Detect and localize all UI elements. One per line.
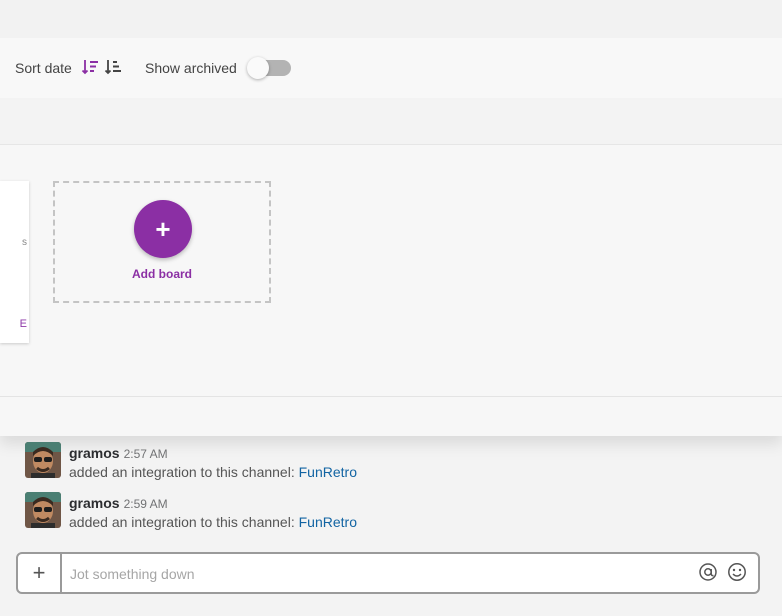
integration-link[interactable]: FunRetro bbox=[299, 514, 357, 530]
show-archived-toggle[interactable] bbox=[247, 57, 291, 79]
attach-plus-button[interactable]: + bbox=[18, 554, 62, 592]
avatar[interactable] bbox=[25, 492, 61, 528]
message-composer: + bbox=[16, 552, 760, 594]
message-body: added an integration to this channel: Fu… bbox=[69, 464, 357, 480]
message-item: gramos 2:59 AM added an integration to th… bbox=[25, 492, 765, 536]
message-header: gramos 2:59 AM bbox=[69, 495, 168, 511]
boards-grid: s E + Add board bbox=[0, 145, 782, 395]
sort-ascending-icon[interactable] bbox=[104, 58, 122, 76]
emoji-icon[interactable] bbox=[727, 562, 747, 582]
message-text: added an integration to this channel: bbox=[69, 514, 299, 530]
user-avatar-icon bbox=[25, 442, 61, 478]
funretro-panel: Sort date Show archived s E + Add board bbox=[0, 0, 782, 436]
message-timestamp[interactable]: 2:59 AM bbox=[124, 497, 168, 511]
add-board-button[interactable]: + Add board bbox=[53, 181, 271, 303]
message-text: added an integration to this channel: bbox=[69, 464, 299, 480]
panel-divider bbox=[0, 396, 782, 397]
board-toolbar: Sort date Show archived bbox=[0, 38, 782, 98]
sort-descending-icon[interactable] bbox=[81, 58, 99, 76]
board-card-menu-fragment: E bbox=[19, 318, 27, 330]
avatar[interactable] bbox=[25, 442, 61, 478]
message-author[interactable]: gramos bbox=[69, 495, 120, 511]
user-avatar-icon bbox=[25, 492, 61, 528]
message-author[interactable]: gramos bbox=[69, 445, 120, 461]
message-input[interactable] bbox=[68, 563, 632, 585]
sort-date-label: Sort date bbox=[15, 60, 72, 76]
top-strip bbox=[0, 0, 782, 38]
message-header: gramos 2:57 AM bbox=[69, 445, 168, 461]
message-timestamp[interactable]: 2:57 AM bbox=[124, 447, 168, 461]
header-band bbox=[0, 98, 782, 145]
add-board-plus-icon[interactable]: + bbox=[134, 200, 192, 258]
toggle-knob bbox=[247, 57, 269, 79]
show-archived-label: Show archived bbox=[145, 60, 237, 76]
message-item: gramos 2:57 AM added an integration to th… bbox=[25, 442, 765, 486]
message-body: added an integration to this channel: Fu… bbox=[69, 514, 357, 530]
board-card-partial[interactable]: s E bbox=[0, 181, 29, 343]
board-card-text-fragment: s bbox=[22, 237, 27, 248]
integration-link[interactable]: FunRetro bbox=[299, 464, 357, 480]
at-icon[interactable] bbox=[698, 562, 718, 582]
add-board-label[interactable]: Add board bbox=[55, 267, 269, 281]
